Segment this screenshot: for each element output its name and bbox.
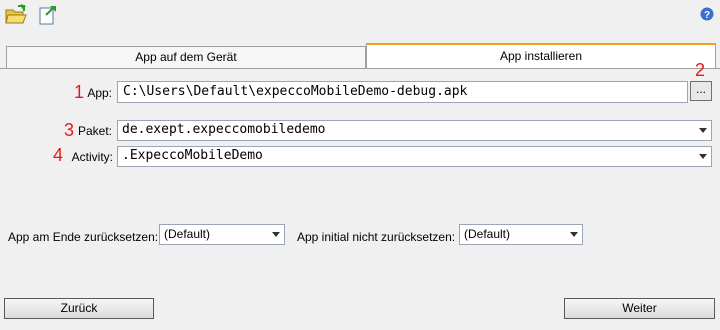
browse-button[interactable]: ... <box>690 81 712 101</box>
app-label: App: <box>87 86 112 100</box>
paket-value: de.exept.expeccomobiledemo <box>122 122 326 137</box>
chevron-down-icon[interactable] <box>695 121 711 140</box>
tab-install-app[interactable]: App installieren <box>366 43 716 68</box>
no-reset-select[interactable]: (Default) <box>459 224 583 245</box>
no-reset-label: App initial nicht zurücksetzen: <box>297 230 456 244</box>
svg-text:?: ? <box>704 10 710 21</box>
back-button[interactable]: Zurück <box>4 298 154 319</box>
tab-app-on-device[interactable]: App auf dem Gerät <box>6 46 366 68</box>
reset-end-select[interactable]: (Default) <box>159 224 285 245</box>
toolbar: ? <box>0 0 720 30</box>
help-icon[interactable]: ? <box>700 7 714 21</box>
marker-4: 4 <box>53 145 64 165</box>
activity-label: Activity: <box>71 150 113 164</box>
activity-select[interactable]: .ExpeccoMobileDemo <box>117 146 712 167</box>
reset-end-value: (Default) <box>164 227 211 241</box>
no-reset-value: (Default) <box>464 227 511 241</box>
paket-label: Paket: <box>77 124 112 138</box>
marker-2: 2 <box>695 60 706 80</box>
next-button[interactable]: Weiter <box>564 298 715 319</box>
app-path-field[interactable]: C:\Users\Default\expeccoMobileDemo-debug… <box>117 81 688 103</box>
activity-value: .ExpeccoMobileDemo <box>122 148 263 163</box>
chevron-down-icon[interactable] <box>566 225 582 244</box>
reset-end-label: App am Ende zurücksetzen: <box>8 230 159 244</box>
tab-panel-border <box>0 68 720 69</box>
chevron-down-icon[interactable] <box>695 147 711 166</box>
paket-select[interactable]: de.exept.expeccomobiledemo <box>117 120 712 141</box>
chevron-down-icon[interactable] <box>268 225 284 244</box>
folder-open-icon[interactable] <box>4 3 28 27</box>
export-icon[interactable] <box>36 3 60 27</box>
